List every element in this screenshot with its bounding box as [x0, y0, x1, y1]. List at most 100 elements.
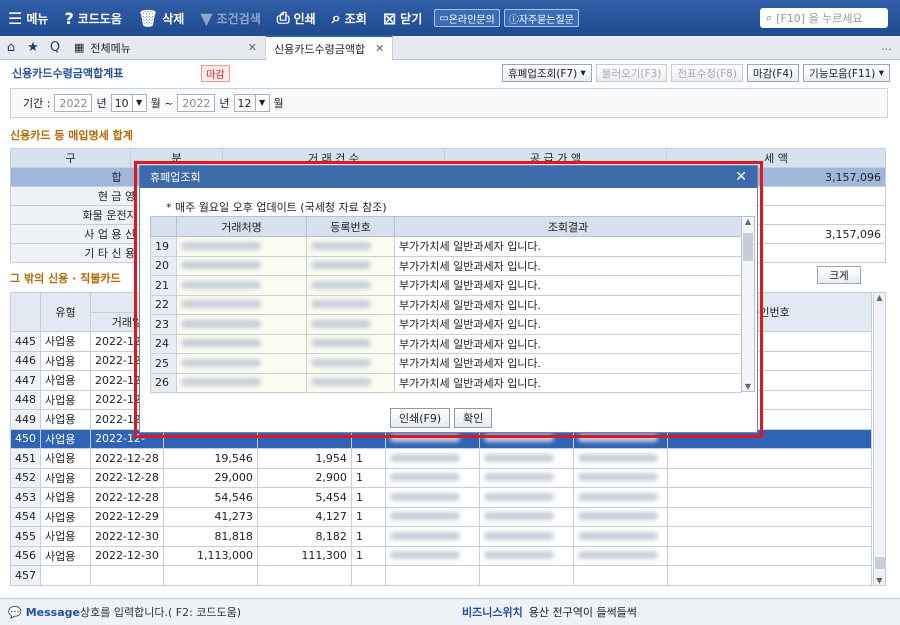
table-row[interactable]: 457 — [10, 565, 873, 586]
row-tax: 2,900 — [256, 467, 352, 488]
row-type: 사업용 — [40, 526, 91, 547]
row-date: 2022-12-28 — [90, 467, 164, 488]
load-button[interactable]: 불러오기(F3) — [595, 64, 668, 82]
printer-icon: ⎙ — [276, 8, 290, 27]
title-row: 신용카드수령금액합계표 마감 휴폐업조회(F7) ▾ 불러오기(F3) 전표수정… — [0, 61, 900, 85]
row-type: 사업용 — [40, 331, 91, 352]
dialog-scrollbar[interactable]: ▲ ▼ — [741, 216, 755, 392]
dialog-title: 휴폐업조회 — [150, 171, 201, 184]
table-row[interactable]: 25 부가가치세 일반과세자 입니다. — [150, 353, 742, 374]
scroll-thumb[interactable] — [743, 233, 753, 261]
masked-cell — [478, 506, 574, 527]
masked-cell — [572, 467, 668, 488]
masked-cell — [478, 487, 574, 508]
scroll-down-icon[interactable]: ▼ — [874, 576, 885, 585]
tab-all-menu[interactable]: ▦ 전체메뉴 ✕ — [66, 35, 266, 60]
masked-cell — [384, 448, 480, 469]
masked-company — [176, 294, 307, 315]
row-approval — [666, 467, 873, 488]
more-icon[interactable]: … — [881, 40, 892, 53]
scroll-up-icon[interactable]: ▲ — [874, 293, 885, 302]
row-count: 1 — [350, 467, 386, 488]
close-button[interactable]: ⊠ 닫기 — [375, 0, 431, 36]
business-switch-label[interactable]: 비즈니스위치 — [462, 604, 523, 620]
close-tab-icon[interactable]: ✕ — [248, 41, 257, 54]
close-tab-icon[interactable]: ✕ — [375, 42, 384, 55]
row-type: 사업용 — [40, 506, 91, 527]
close-icon[interactable]: ✕ — [735, 169, 747, 185]
table-row[interactable]: 456 사업용 2022-12-30 1,113,000 111,300 1 — [10, 545, 873, 566]
expand-button[interactable]: 크게 — [817, 266, 861, 284]
row-type: 사업용 — [40, 409, 91, 430]
row-tax: 111,300 — [256, 545, 352, 566]
closure-result-table: 거래처명 등록번호 조회결과 19 부가가치세 일반과세자 입니다. 20 부가가치세… — [150, 216, 742, 393]
detail-scrollbar[interactable]: ▲ ▼ — [873, 292, 886, 586]
row-number: 450 — [10, 428, 41, 449]
functions-button[interactable]: 기능모음(F11) ▾ — [803, 64, 890, 82]
row-number: 456 — [10, 545, 41, 566]
menu-button[interactable]: ☰ 메뉴 — [0, 0, 56, 36]
masked-cell — [572, 487, 668, 508]
table-row[interactable]: 24 부가가치세 일반과세자 입니다. — [150, 333, 742, 354]
masked-cell — [384, 526, 480, 547]
page-title: 신용카드수령금액합계표 — [12, 67, 124, 80]
table-row[interactable]: 20 부가가치세 일반과세자 입니다. — [150, 255, 742, 276]
tab-card-receipt-summary[interactable]: 신용카드수령금액합 ✕ — [266, 35, 394, 60]
row-supply: 81,818 — [162, 526, 258, 547]
row-number: 20 — [150, 255, 177, 276]
dialog-print-button[interactable]: 인쇄(F9) — [390, 408, 451, 428]
scroll-down-icon[interactable]: ▼ — [742, 382, 754, 391]
online-inquiry-button[interactable]: ▭ 온라인문의 — [434, 9, 500, 27]
summary-header: 구 — [10, 148, 131, 168]
faq-button[interactable]: ⓘ 자주묻는질문 — [503, 9, 579, 27]
table-row[interactable]: 23 부가가치세 일반과세자 입니다. — [150, 314, 742, 335]
to-year-input[interactable]: 2022 — [177, 94, 216, 112]
dialog-confirm-button[interactable]: 확인 — [454, 408, 493, 428]
closure-query-dialog: 휴폐업조회 ✕ * 매주 월요일 오후 업데이트 (국세청 자료 참조) 거래처… — [139, 165, 758, 433]
table-row[interactable]: 26 부가가치세 일반과세자 입니다. — [150, 372, 742, 393]
business-switch-text[interactable]: 용산 전구역이 들썩들썩 — [529, 604, 637, 620]
masked-cell — [478, 545, 574, 566]
query-button[interactable]: ⌕ 조회 — [324, 0, 375, 36]
code-help-button[interactable]: ? 코드도움 — [56, 0, 129, 36]
voucher-edit-button[interactable]: 전표수정(F8) — [671, 64, 743, 82]
table-row[interactable]: 454 사업용 2022-12-29 41,273 4,127 1 — [10, 506, 873, 527]
table-row[interactable]: 453 사업용 2022-12-28 54,546 5,454 1 — [10, 487, 873, 508]
scroll-up-icon[interactable]: ▲ — [742, 217, 754, 226]
table-row[interactable]: 21 부가가치세 일반과세자 입니다. — [150, 275, 742, 296]
row-number: 22 — [150, 294, 177, 315]
masked-regno — [306, 314, 395, 335]
masked-regno — [306, 275, 395, 296]
table-row[interactable]: 19 부가가치세 일반과세자 입니다. — [150, 236, 742, 257]
row-number: 446 — [10, 350, 41, 371]
masked-cell — [384, 506, 480, 527]
table-row[interactable]: 455 사업용 2022-12-30 81,818 8,182 1 — [10, 526, 873, 547]
to-month-select[interactable]: 12 ▼ — [233, 94, 270, 112]
menu-search-input[interactable]: ⌕ [F10] 을 누르세요 — [760, 8, 888, 28]
scroll-thumb[interactable] — [875, 557, 885, 569]
from-month-select[interactable]: 10 ▼ — [110, 94, 147, 112]
row-count: 1 — [350, 448, 386, 469]
closure-query-button[interactable]: 휴폐업조회(F7) ▾ — [501, 64, 592, 82]
home-icon[interactable]: ⌂ — [0, 40, 22, 55]
row-supply: 41,273 — [162, 506, 258, 527]
dialog-titlebar: 휴폐업조회 ✕ — [140, 166, 757, 188]
table-row[interactable]: 22 부가가치세 일반과세자 입니다. — [150, 294, 742, 315]
masked-cell — [478, 526, 574, 547]
row-type: 사업용 — [40, 428, 91, 449]
star-icon[interactable]: ★ — [22, 40, 44, 55]
row-number: 24 — [150, 333, 177, 354]
masked-cell — [478, 448, 574, 469]
table-row[interactable]: 451 사업용 2022-12-28 19,546 1,954 1 — [10, 448, 873, 469]
close-period-button[interactable]: 마감(F4) — [746, 64, 800, 82]
search-icon[interactable]: Q — [44, 40, 66, 55]
chat-icon: ▭ — [439, 12, 449, 24]
row-number: 26 — [150, 372, 177, 393]
print-button[interactable]: ⎙ 인쇄 — [269, 0, 324, 36]
from-year-input[interactable]: 2022 — [54, 94, 93, 112]
row-approval — [666, 565, 873, 586]
row-number: 25 — [150, 353, 177, 374]
table-row[interactable]: 452 사업용 2022-12-28 29,000 2,900 1 — [10, 467, 873, 488]
condition-search-button[interactable]: ▼ 조건검색 — [192, 0, 268, 36]
delete-button[interactable]: 🗑 삭제 — [130, 0, 192, 36]
